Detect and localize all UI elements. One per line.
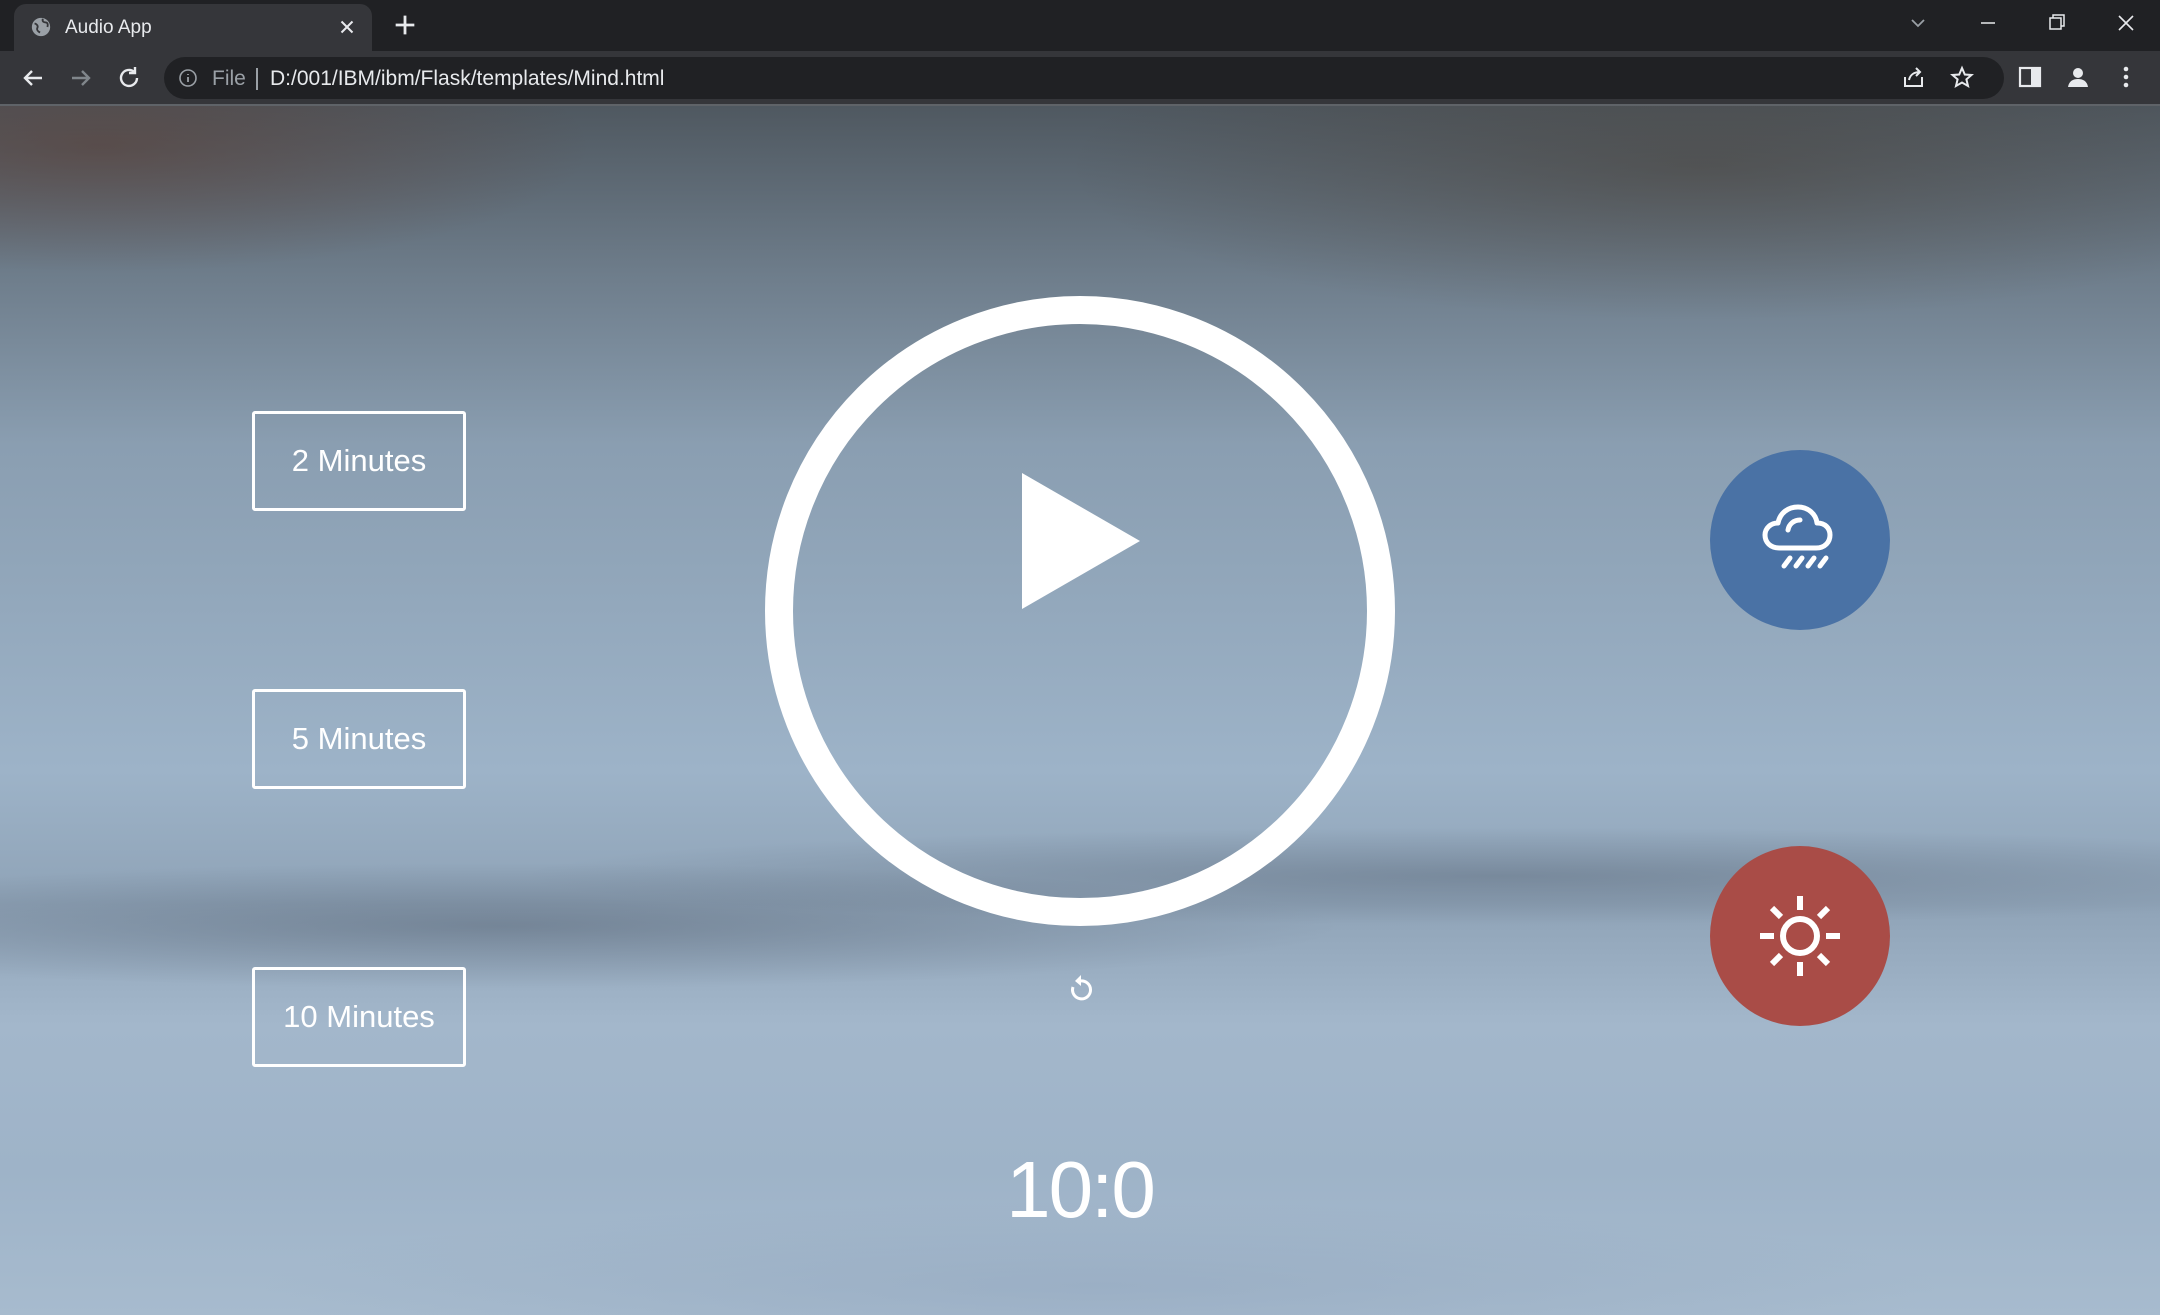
url-separator [256, 68, 258, 90]
share-icon[interactable] [1900, 64, 1928, 92]
side-panel-icon[interactable] [2016, 63, 2044, 91]
player-ring [765, 296, 1395, 926]
url-scheme: File [212, 67, 246, 90]
close-icon[interactable] [336, 16, 358, 38]
play-icon[interactable] [1022, 473, 1140, 609]
restore-icon[interactable] [2038, 8, 2074, 38]
url-text[interactable]: D:/001/IBM/ibm/Flask/templates/Mind.html [270, 67, 664, 91]
new-tab-icon[interactable] [391, 11, 419, 39]
summer-sound-button[interactable] [1710, 846, 1890, 1026]
menu-kebab-icon[interactable] [2112, 63, 2140, 91]
ten-minutes-button[interactable]: 10 Minutes [252, 967, 466, 1067]
globe-icon [31, 17, 51, 37]
sun-icon [1760, 896, 1840, 976]
chevron-down-icon[interactable] [1900, 8, 1936, 38]
replay-icon[interactable] [1066, 972, 1096, 1006]
browser-tab[interactable]: Audio App [14, 4, 372, 51]
info-icon[interactable] [178, 68, 198, 88]
two-minutes-button[interactable]: 2 Minutes [252, 411, 466, 511]
address-bar[interactable]: File D:/001/IBM/ibm/Flask/templates/Mind… [164, 57, 2004, 99]
forward-arrow-icon[interactable] [66, 63, 96, 93]
timer-display: 10:0 [1006, 1145, 1156, 1234]
profile-icon[interactable] [2064, 63, 2092, 91]
minimize-icon[interactable] [1970, 8, 2006, 38]
browser-titlebar: Audio App [0, 0, 2160, 51]
rain-sound-button[interactable] [1710, 450, 1890, 630]
bookmark-star-icon[interactable] [1948, 64, 1976, 92]
five-minutes-button[interactable]: 5 Minutes [252, 689, 466, 789]
browser-toolbar: File D:/001/IBM/ibm/Flask/templates/Mind… [0, 51, 2160, 104]
window-close-icon[interactable] [2108, 8, 2144, 38]
reload-icon[interactable] [114, 63, 144, 93]
back-arrow-icon[interactable] [18, 63, 48, 93]
rain-cloud-icon [1762, 504, 1833, 569]
page-viewport: 2 Minutes 5 Minutes 10 Minutes 10:0 [0, 106, 2160, 1315]
tab-title: Audio App [65, 17, 152, 38]
